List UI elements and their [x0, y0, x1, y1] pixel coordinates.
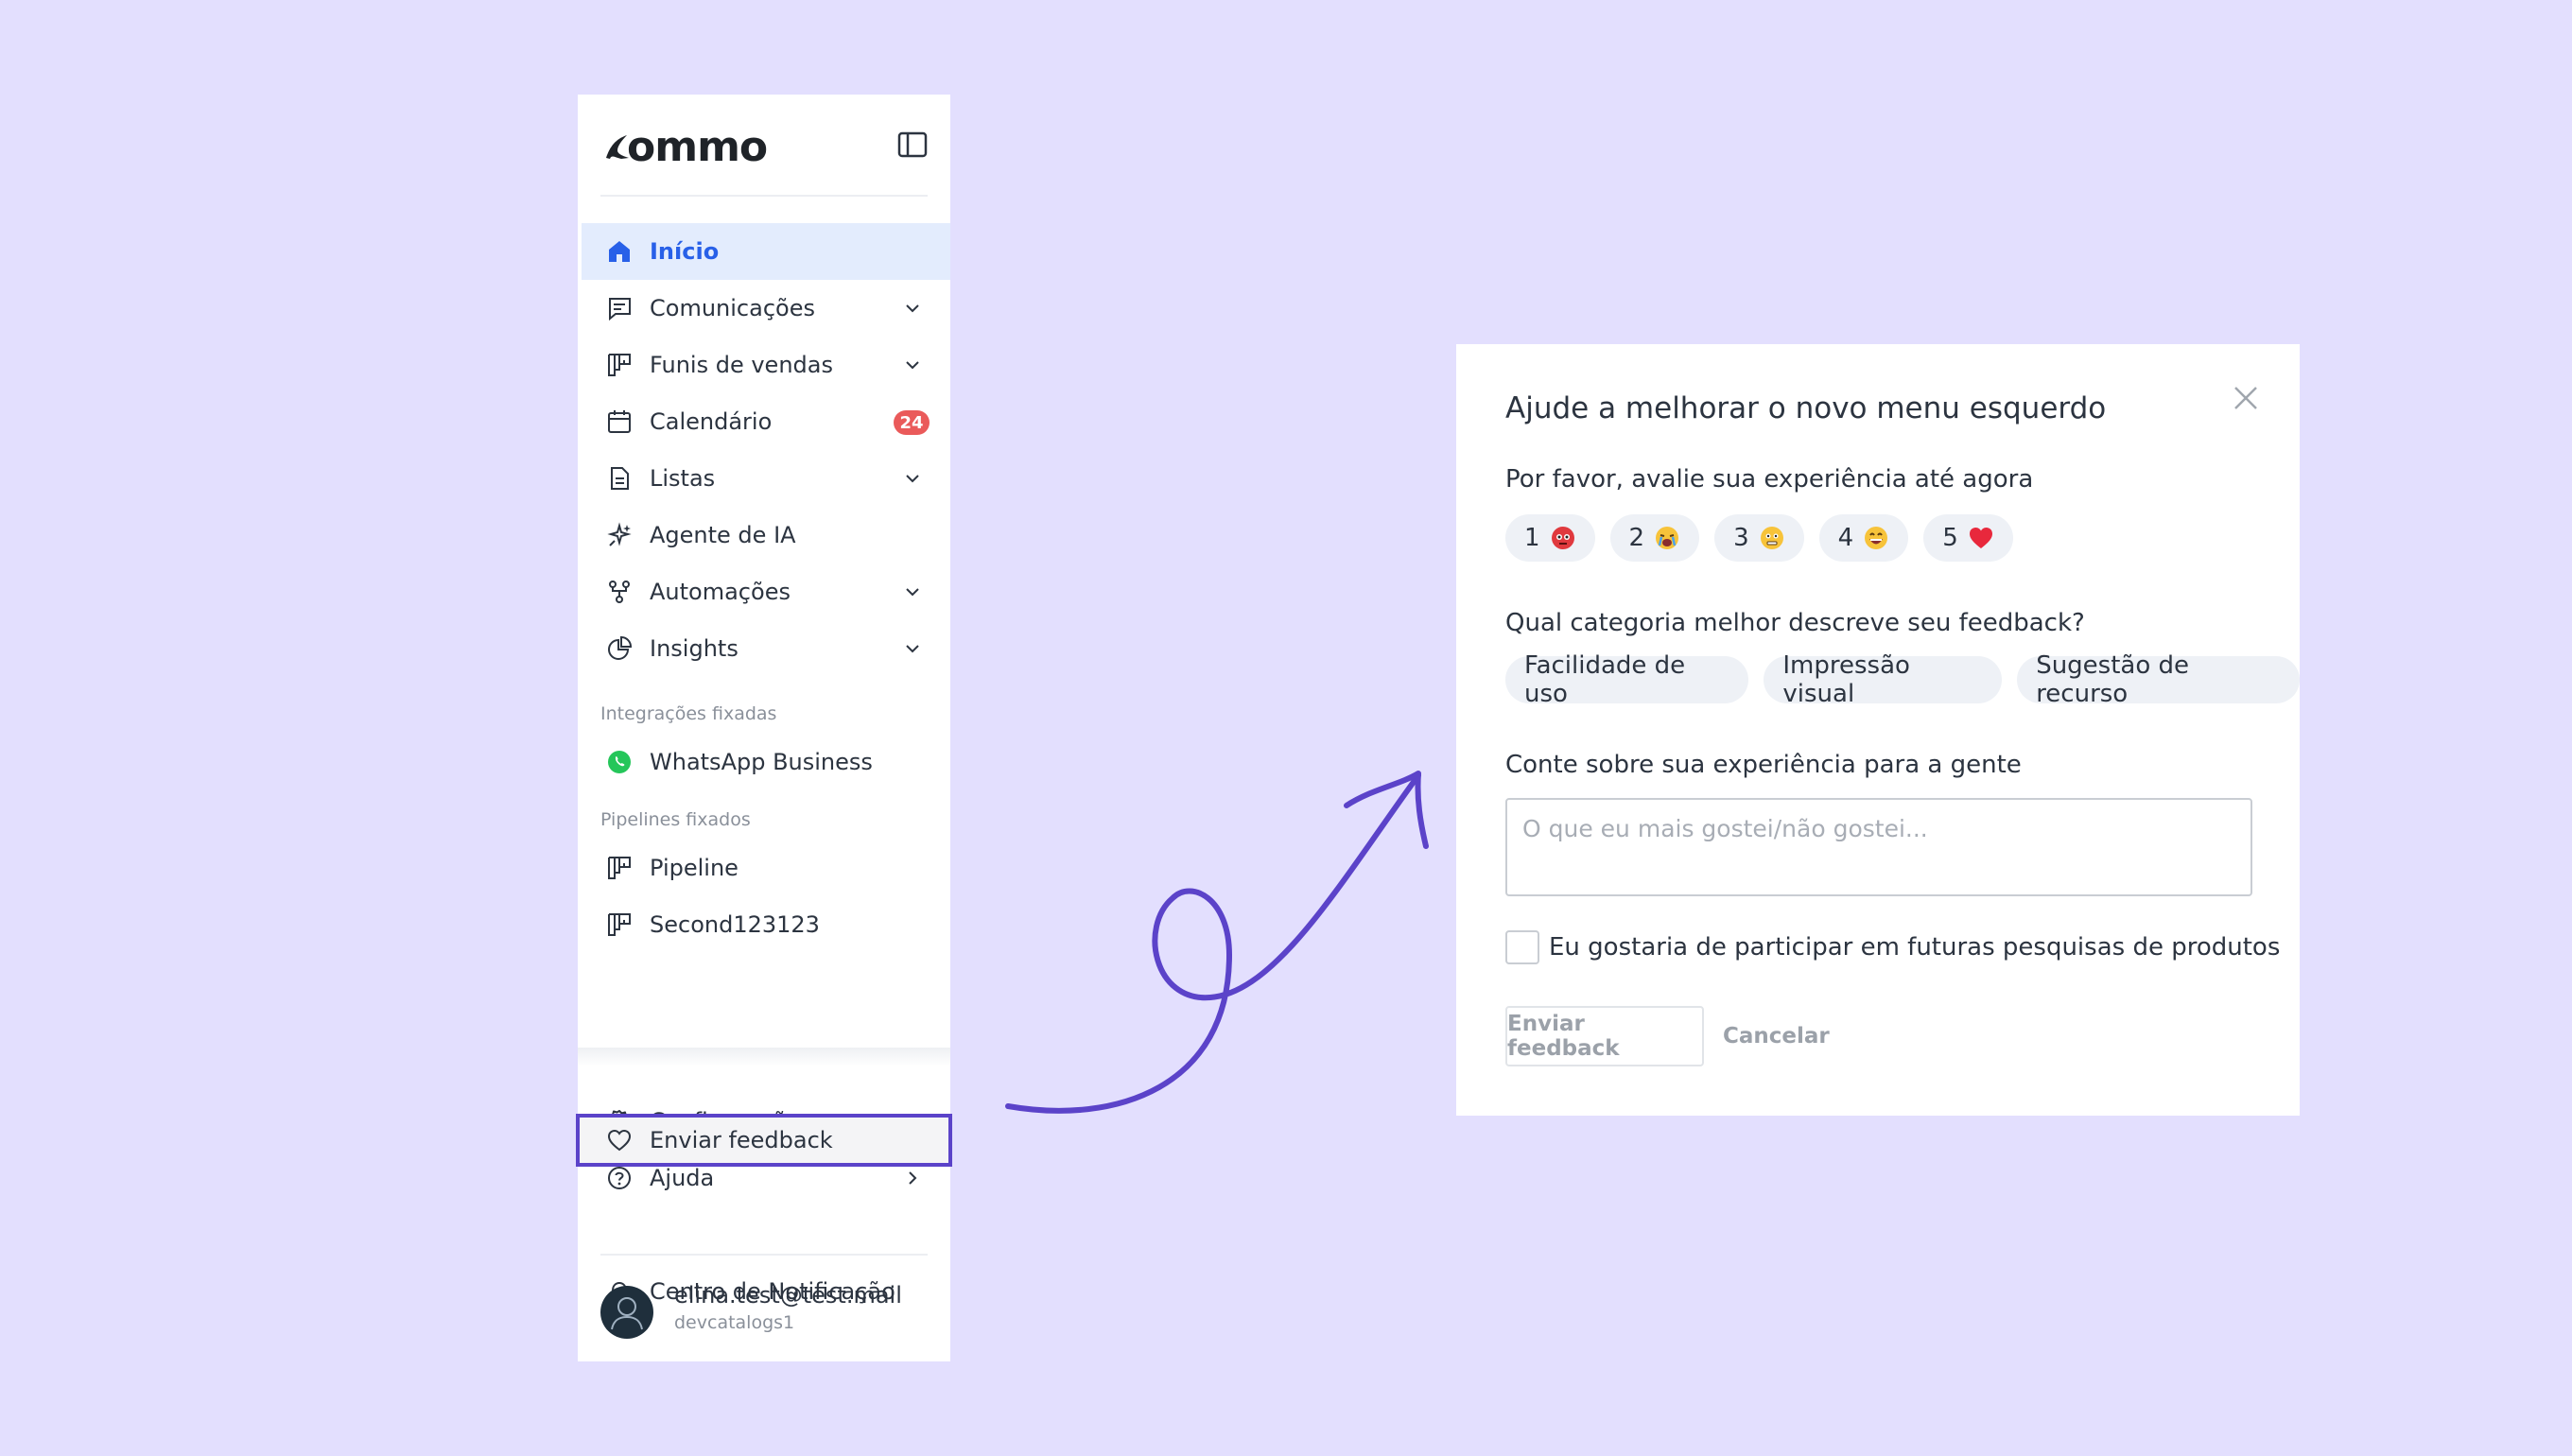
nav-item-label: Ajuda: [650, 1165, 715, 1191]
category-options: Facilidade de uso Impressão visual Suges…: [1505, 651, 2300, 708]
survey-checkbox[interactable]: [1505, 930, 1539, 964]
home-icon: [609, 241, 630, 262]
pipeline-icon: [608, 354, 631, 376]
chevron-down-icon[interactable]: [901, 637, 924, 660]
nav-item-label: Automações: [650, 579, 791, 605]
heart-icon: [607, 1129, 632, 1152]
modal-title: Ajude a melhorar o novo menu esquerdo: [1505, 391, 2107, 425]
rating-option-3[interactable]: 3: [1714, 514, 1804, 562]
help-icon: [608, 1167, 631, 1189]
avatar: [600, 1286, 653, 1339]
nav-item-label: Listas: [650, 465, 716, 492]
nav-item-comunicacoes[interactable]: Comunicações: [582, 280, 950, 337]
sidebar-toggle-icon[interactable]: [896, 129, 929, 161]
automation-icon: [609, 581, 630, 603]
survey-checkbox-label: Eu gostaria de participar em futuras pes…: [1549, 933, 2281, 962]
nav-item-insights[interactable]: Insights: [582, 620, 950, 677]
section-label-pipelines: Pipelines fixados: [600, 809, 751, 830]
rating-option-2[interactable]: 2: [1609, 514, 1700, 562]
kommo-logo[interactable]: ommo: [602, 123, 768, 171]
nav-item-agente-de-ia[interactable]: Agente de IA: [582, 507, 950, 563]
chat-icon: [609, 298, 631, 321]
nav-item-label: Pipeline: [650, 855, 739, 881]
rating-option-1[interactable]: 1: [1505, 514, 1595, 562]
nav-item-label: Second123123: [650, 911, 820, 938]
nav-item-automacoes[interactable]: Automações: [582, 563, 950, 620]
nav-item-label: WhatsApp Business: [650, 749, 873, 775]
nav-item-pipeline[interactable]: Pipeline: [582, 840, 950, 896]
angry-face-icon: [1551, 527, 1574, 549]
sidebar-header: ommo: [578, 95, 950, 197]
rating-options: 1 2 3 4 5: [1505, 514, 2013, 562]
account-divider: [600, 1254, 928, 1256]
user-account: devcatalogs1: [674, 1312, 795, 1333]
neutral-face-icon: [1760, 527, 1783, 549]
rating-value: 4: [1837, 524, 1854, 552]
cancel-button[interactable]: Cancelar: [1723, 1006, 1830, 1066]
experience-label: Conte sobre sua experiência para a gente: [1505, 751, 2022, 779]
grinning-face-icon: [1865, 527, 1888, 549]
chevron-down-icon[interactable]: [901, 581, 924, 603]
nav-item-funis-de-vendas[interactable]: Funis de vendas: [582, 337, 950, 393]
section-label-integrations: Integrações fixadas: [600, 703, 777, 724]
chevron-down-icon[interactable]: [901, 297, 924, 320]
divider: [600, 195, 928, 197]
nav-item-label: Insights: [650, 635, 739, 662]
nav-item-label: Enviar feedback: [650, 1127, 833, 1153]
send-feedback-button[interactable]: Enviar feedback: [1505, 1006, 1704, 1066]
logo-text: ommo: [627, 123, 768, 171]
nav-item-label: Início: [650, 238, 720, 265]
nav-item-listas[interactable]: Listas: [582, 450, 950, 507]
category-visual-impression[interactable]: Impressão visual: [1764, 651, 2003, 708]
nav-item-inicio[interactable]: Início: [582, 223, 950, 280]
nav-item-label: Calendário: [650, 408, 773, 435]
nav-item-calendario[interactable]: Calendário 24: [582, 393, 950, 450]
nav-item-second123123[interactable]: Second123123: [582, 896, 950, 953]
user-email: elina.test@test.mail: [674, 1282, 902, 1309]
pipeline-icon: [608, 913, 631, 936]
user-profile[interactable]: elina.test@test.mail devcatalogs1: [600, 1276, 931, 1343]
notification-badge: 24: [894, 410, 930, 435]
rating-option-4[interactable]: 4: [1818, 514, 1909, 562]
chevron-down-icon[interactable]: [901, 467, 924, 490]
pipeline-icon: [608, 857, 631, 879]
red-heart-icon: [1969, 528, 1992, 548]
pie-chart-icon: [608, 635, 633, 660]
nav-item-whatsapp-business[interactable]: WhatsApp Business: [582, 734, 950, 790]
user-avatar-icon: [611, 1297, 643, 1330]
rating-value: 1: [1524, 524, 1540, 552]
survey-checkbox-row: Eu gostaria de participar em futuras pes…: [1505, 930, 2280, 964]
category-question: Qual categoria melhor descreve seu feedb…: [1505, 609, 2085, 637]
document-icon: [611, 467, 629, 490]
chevron-down-icon[interactable]: [901, 354, 924, 376]
experience-textarea[interactable]: O que eu mais gostei/não gostei...: [1505, 798, 2252, 896]
rating-option-5[interactable]: 5: [1923, 514, 2013, 562]
rating-value: 5: [1942, 524, 1958, 552]
nav-item-label: Funis de vendas: [650, 352, 833, 378]
nav-item-enviar-feedback[interactable]: Enviar feedback: [582, 1112, 950, 1169]
nav-item-label: Agente de IA: [650, 522, 796, 548]
scroll-shadow: [578, 1048, 950, 1066]
rating-question: Por favor, avalie sua experiência até ag…: [1505, 465, 2034, 494]
left-sidebar: ommo Início Comunicações Funis de vendas…: [578, 95, 950, 1361]
calendar-icon: [608, 410, 631, 433]
category-ease-of-use[interactable]: Facilidade de uso: [1505, 651, 1749, 708]
chevron-right-icon[interactable]: [901, 1167, 924, 1189]
feedback-modal: Ajude a melhorar o novo menu esquerdo Po…: [1456, 344, 2300, 1116]
crying-face-icon: [1656, 527, 1679, 549]
rating-value: 3: [1733, 524, 1749, 552]
whatsapp-icon: [608, 751, 631, 773]
rating-value: 2: [1628, 524, 1645, 552]
nav-item-label: Comunicações: [650, 295, 815, 321]
sparkles-icon: [607, 522, 632, 546]
category-feature-suggestion[interactable]: Sugestão de recurso: [2017, 651, 2300, 708]
close-icon[interactable]: [2232, 384, 2260, 412]
